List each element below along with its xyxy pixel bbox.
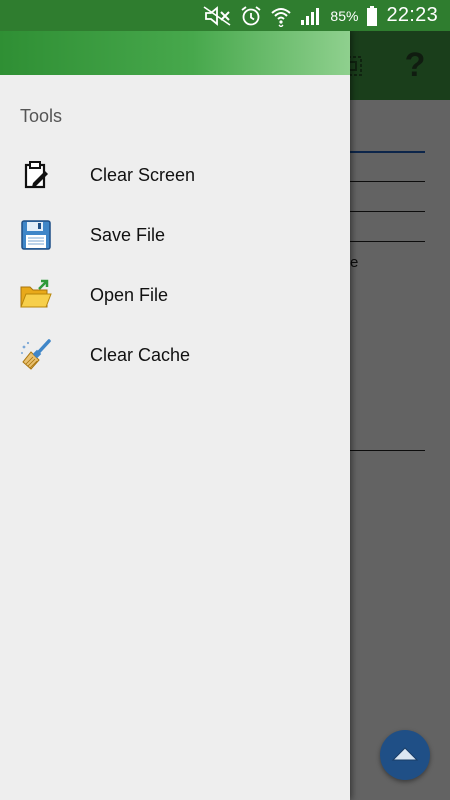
- section-title: Tools: [20, 106, 63, 126]
- drawer-header: [0, 31, 350, 75]
- signal-icon: [300, 6, 322, 26]
- menu-item-label: Clear Screen: [90, 164, 196, 185]
- menu-item-label: Clear Cache: [90, 344, 191, 365]
- open-folder-icon: [18, 277, 54, 313]
- broom-icon: [18, 337, 54, 373]
- clock: 22:23: [386, 4, 438, 26]
- menu-item-label: Open File: [90, 284, 169, 305]
- menu-item-save-file[interactable]: Save File: [0, 205, 350, 265]
- clipboard-icon: [18, 157, 54, 193]
- wifi-icon: [270, 5, 292, 27]
- navigation-drawer: Tools Clear Screen Save File Open File C…: [0, 31, 350, 800]
- chevron-up-icon: [390, 743, 420, 768]
- menu-item-label: Save File: [90, 224, 166, 245]
- battery-percentage: 85%: [330, 7, 359, 24]
- menu-item-open-file[interactable]: Open File: [0, 265, 350, 325]
- battery-icon: [366, 5, 378, 27]
- menu-item-clear-screen[interactable]: Clear Screen: [0, 145, 350, 205]
- floppy-disk-icon: [18, 217, 54, 253]
- alarm-icon: [240, 5, 262, 27]
- scroll-up-button[interactable]: [380, 730, 430, 780]
- menu-item-clear-cache[interactable]: Clear Cache: [0, 325, 350, 385]
- mute-icon: [202, 5, 232, 26]
- status-bar: 85% 22:23: [0, 0, 450, 31]
